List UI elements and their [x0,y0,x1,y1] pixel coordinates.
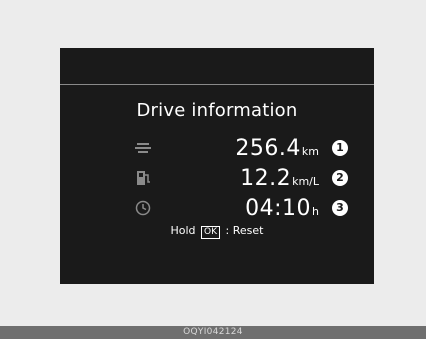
reset-hint: Hold OK : Reset [60,224,374,239]
elapsed-time-number: 04:10 [245,196,312,221]
cluster-display: Drive information 256.4km 1 12.2km/L 2 0… [60,48,374,284]
elapsed-time-value: 04:10h [245,196,319,221]
clock-icon [135,200,151,216]
drive-information-title: Drive information [136,100,298,121]
route-distance-icon [135,143,151,153]
distance-row: 256.4km 1 [60,133,374,161]
elapsed-time-unit: h [312,205,319,218]
callout-marker-3: 3 [332,200,348,216]
elapsed-time-row: 04:10h 3 [60,193,374,221]
display-divider [60,84,374,85]
callout-marker-2: 2 [332,170,348,186]
fuel-pump-icon [137,171,150,185]
distance-number: 256.4 [235,136,301,161]
fuel-economy-value: 12.2km/L [240,166,319,191]
fuel-economy-number: 12.2 [240,166,292,191]
distance-unit: km [301,145,319,158]
fuel-economy-row: 12.2km/L 2 [60,163,374,191]
fuel-economy-unit: km/L [292,175,319,188]
callout-marker-1: 1 [332,140,348,156]
reset-hint-suffix: : Reset [225,224,264,237]
figure-code-bar: OQYI042124 [0,326,426,339]
ok-key-symbol: OK [201,226,221,239]
distance-value: 256.4km [235,136,319,161]
figure-code: OQYI042124 [183,327,243,337]
reset-hint-prefix: Hold [170,224,196,237]
